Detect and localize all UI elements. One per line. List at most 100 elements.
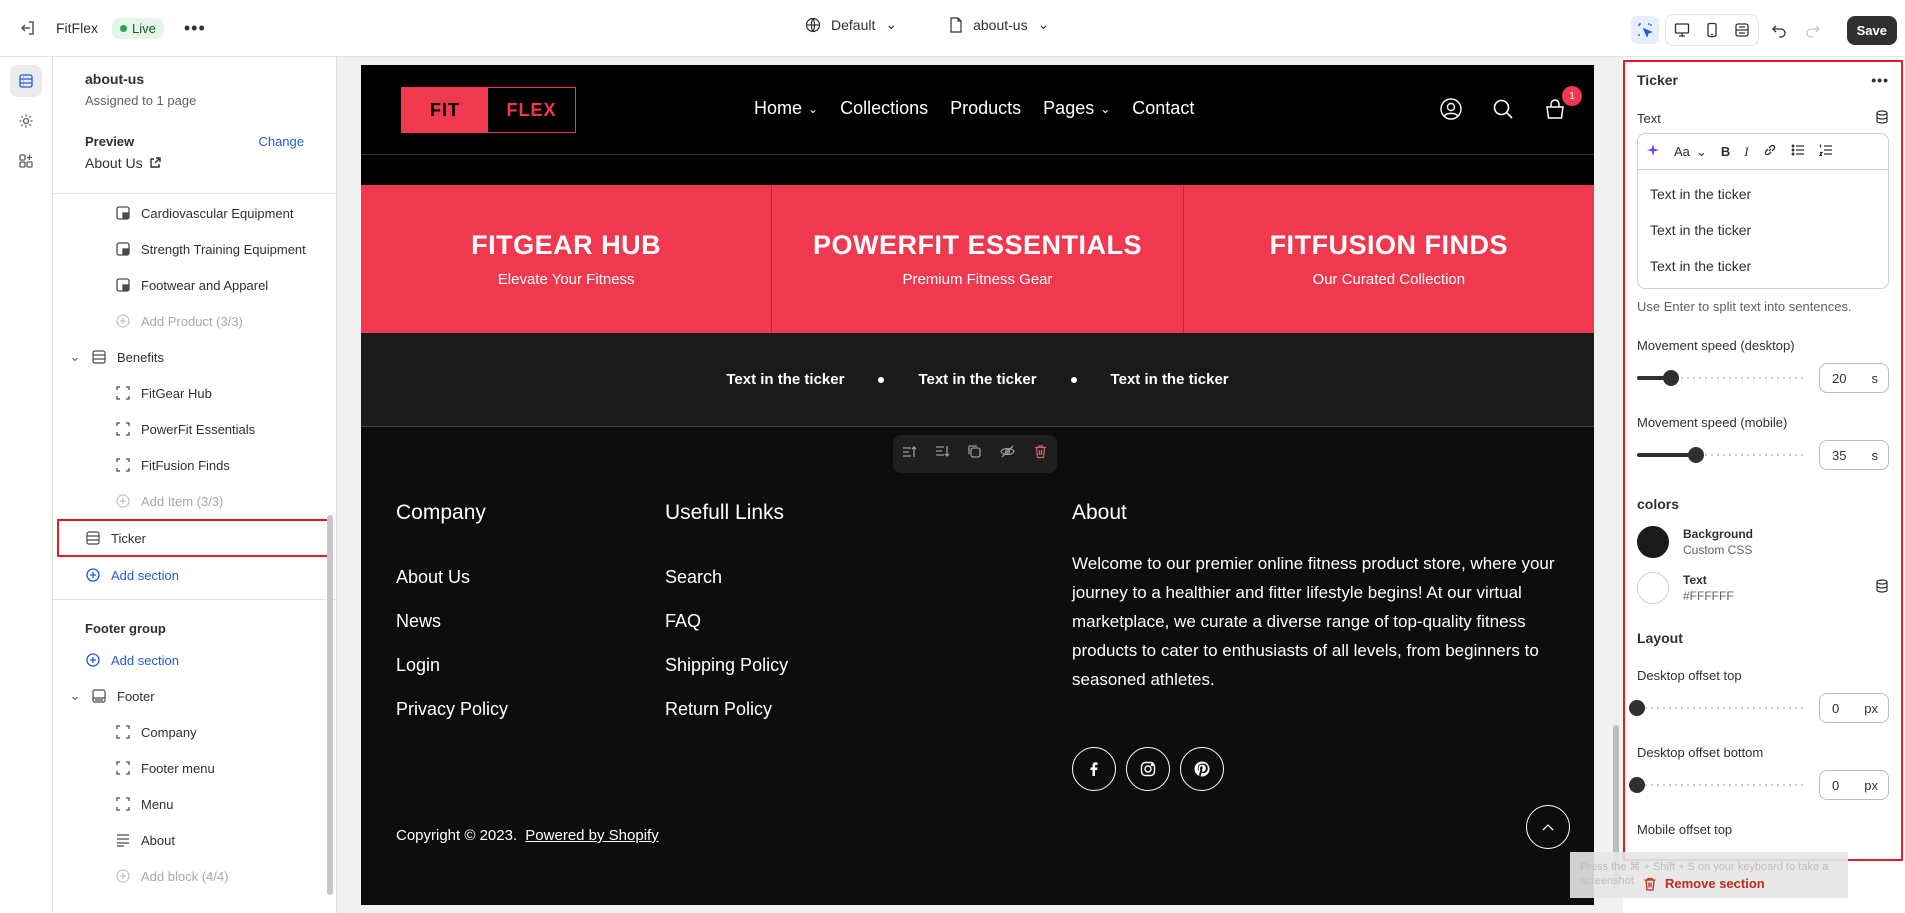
powered-by-link[interactable]: Powered by Shopify xyxy=(525,827,658,844)
account-icon[interactable] xyxy=(1440,98,1462,125)
add-item-button[interactable]: Add Item (3/3) xyxy=(53,483,336,519)
more-options-button[interactable]: ••• xyxy=(1871,72,1889,88)
more-options-button[interactable]: ••• xyxy=(178,18,212,39)
theme-selector[interactable]: Default ⌄ xyxy=(805,16,897,33)
block-item[interactable]: Footwear and Apparel xyxy=(53,267,336,303)
text-color-setting[interactable]: Text #FFFFFF xyxy=(1625,572,1901,604)
background-color-setting[interactable]: Background Custom CSS xyxy=(1625,526,1901,558)
search-icon[interactable] xyxy=(1492,98,1514,125)
block-item[interactable]: About xyxy=(53,822,336,858)
ticker-section[interactable]: Text in the ticker Text in the ticker Te… xyxy=(361,333,1594,427)
change-preview-link[interactable]: Change xyxy=(258,134,304,149)
desktop-offset-bottom-input[interactable]: 0 px xyxy=(1819,770,1889,800)
scroll-to-top-button[interactable] xyxy=(1526,805,1570,849)
chevron-down-icon[interactable]: ⌄ xyxy=(67,688,83,704)
nav-collections[interactable]: Collections xyxy=(840,98,928,119)
speed-desktop-slider[interactable] xyxy=(1637,370,1805,386)
section-item-ticker[interactable]: Ticker xyxy=(57,519,329,557)
footer-link[interactable]: Return Policy xyxy=(665,699,788,720)
speed-mobile-value: 35 xyxy=(1832,447,1847,463)
theme-settings-button[interactable] xyxy=(10,105,42,137)
text-color-swatch[interactable] xyxy=(1637,572,1669,604)
add-product-button[interactable]: Add Product (3/3) xyxy=(53,303,336,339)
link-icon[interactable] xyxy=(1763,143,1777,160)
gear-icon xyxy=(19,114,33,128)
nav-pages[interactable]: Pages ⌄ xyxy=(1043,98,1110,119)
save-button[interactable]: Save xyxy=(1846,15,1897,45)
bold-icon[interactable]: B xyxy=(1721,144,1730,159)
preview-page-link[interactable]: About Us xyxy=(85,155,304,171)
desktop-offset-top-input[interactable]: 0 px xyxy=(1819,693,1889,723)
template-selector[interactable]: about-us ⌄ xyxy=(949,16,1049,33)
remove-section-button[interactable]: Remove section xyxy=(1643,876,1765,891)
block-item[interactable]: FitFusion Finds xyxy=(53,447,336,483)
move-up-icon[interactable] xyxy=(902,444,917,464)
nav-products[interactable]: Products xyxy=(950,98,1021,119)
rich-text-editor[interactable]: Aa ⌄ B I Text in the ticker Text in the t… xyxy=(1637,133,1889,289)
footer-link[interactable]: Shipping Policy xyxy=(665,655,788,676)
speed-desktop-input[interactable]: 20 s xyxy=(1819,363,1889,393)
add-section-button[interactable]: Add section xyxy=(53,642,336,678)
slider-handle[interactable] xyxy=(1687,447,1704,463)
instagram-icon[interactable] xyxy=(1126,747,1170,791)
fullwidth-view-button[interactable] xyxy=(1728,16,1756,44)
desktop-view-button[interactable] xyxy=(1668,16,1696,44)
duplicate-icon[interactable] xyxy=(967,444,982,464)
footer-link[interactable]: Search xyxy=(665,567,788,588)
pinterest-icon[interactable] xyxy=(1180,747,1224,791)
block-item[interactable]: FitGear Hub xyxy=(53,375,336,411)
block-item[interactable]: Cardiovascular Equipment xyxy=(53,195,336,231)
section-item-footer[interactable]: ⌄ Footer xyxy=(53,678,336,714)
footer-link[interactable]: FAQ xyxy=(665,611,788,632)
desktop-offset-bottom-slider[interactable] xyxy=(1629,777,1805,793)
store-logo[interactable]: FIT FLEX xyxy=(401,87,576,133)
app-embeds-button[interactable] xyxy=(10,145,42,177)
desktop-offset-top-slider[interactable] xyxy=(1629,700,1805,716)
dynamic-source-icon[interactable] xyxy=(1875,110,1889,127)
font-style-dropdown[interactable]: Aa ⌄ xyxy=(1674,144,1707,160)
move-down-icon[interactable] xyxy=(935,444,950,464)
numbered-list-icon[interactable] xyxy=(1818,143,1833,160)
chevron-down-icon[interactable]: ⌄ xyxy=(67,349,83,365)
hide-icon[interactable] xyxy=(1000,444,1016,464)
nav-home[interactable]: Home ⌄ xyxy=(754,98,818,119)
facebook-icon[interactable] xyxy=(1072,747,1116,791)
undo-button[interactable] xyxy=(1765,16,1793,44)
mobile-view-button[interactable] xyxy=(1698,16,1726,44)
speed-mobile-input[interactable]: 35 s xyxy=(1819,440,1889,470)
slider-handle[interactable] xyxy=(1629,700,1645,716)
inspector-toggle-button[interactable] xyxy=(1630,16,1659,44)
ai-sparkle-icon[interactable] xyxy=(1646,143,1660,160)
sidebar-scrollbar[interactable] xyxy=(326,195,334,913)
add-section-button[interactable]: Add section xyxy=(53,557,336,593)
sections-tab-button[interactable] xyxy=(10,65,42,97)
footer-link[interactable]: Privacy Policy xyxy=(396,699,508,720)
preview-scrollbar[interactable] xyxy=(1609,65,1623,905)
nav-contact[interactable]: Contact xyxy=(1132,98,1194,119)
section-tree: Cardiovascular Equipment Strength Traini… xyxy=(53,195,336,894)
exit-icon[interactable] xyxy=(14,14,42,42)
cart-icon[interactable]: 1 xyxy=(1544,86,1582,125)
redo-button[interactable] xyxy=(1799,16,1827,44)
panel-title: Ticker xyxy=(1637,72,1678,88)
block-item[interactable]: Strength Training Equipment xyxy=(53,231,336,267)
block-item[interactable]: Footer menu xyxy=(53,750,336,786)
offset-value: 0 xyxy=(1832,777,1840,793)
slider-handle[interactable] xyxy=(1629,777,1645,793)
block-item[interactable]: PowerFit Essentials xyxy=(53,411,336,447)
benefits-section[interactable]: FITGEAR HUB Elevate Your Fitness POWERFI… xyxy=(361,185,1594,333)
footer-link[interactable]: News xyxy=(396,611,508,632)
footer-link[interactable]: About Us xyxy=(396,567,508,588)
dynamic-source-icon[interactable] xyxy=(1875,578,1889,598)
background-swatch[interactable] xyxy=(1637,526,1669,558)
delete-icon[interactable] xyxy=(1033,444,1048,464)
italic-icon[interactable]: I xyxy=(1744,144,1748,160)
section-item-benefits[interactable]: ⌄ Benefits xyxy=(53,339,336,375)
block-item[interactable]: Menu xyxy=(53,786,336,822)
add-block-button[interactable]: Add block (4/4) xyxy=(53,858,336,894)
block-item[interactable]: Company xyxy=(53,714,336,750)
bullet-list-icon[interactable] xyxy=(1791,143,1805,160)
speed-mobile-slider[interactable] xyxy=(1637,447,1805,463)
footer-link[interactable]: Login xyxy=(396,655,508,676)
slider-handle[interactable] xyxy=(1662,370,1679,386)
